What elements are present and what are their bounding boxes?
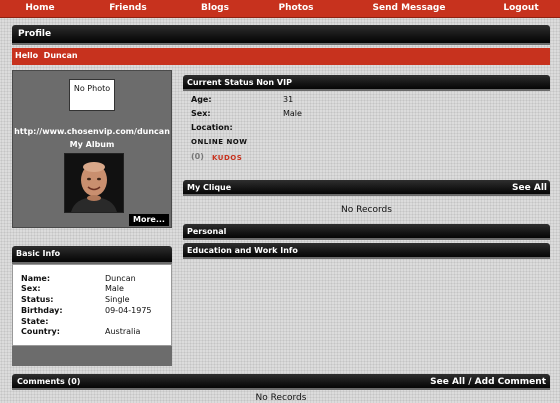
kudos-link[interactable]: KUDOS [212,154,242,162]
comments-see-all-link[interactable]: See All [430,377,465,387]
status-label-age: Age: [191,95,212,104]
page-title: Profile [12,25,550,45]
my-album-label[interactable]: My Album [13,140,171,149]
basic-info-footer [12,346,172,366]
comments-actions: See All / Add Comment [430,377,546,387]
nav-blogs-link[interactable]: Blogs [201,3,229,13]
profile-card: No Photo http://www.chosenvip.com/duncan… [12,70,172,228]
status-label-sex: Sex: [191,109,211,118]
status-value-sex: Male [283,109,302,118]
album-photo-thumbnail[interactable] [64,153,124,213]
add-comment-link[interactable]: Add Comment [475,377,546,387]
profile-url[interactable]: http://www.chosenvip.com/duncan [13,127,171,136]
basic-info-label-birthday: Birthday: [21,306,63,315]
current-status-header: Current Status Non VIP [183,75,550,91]
kudos-count: (0) [191,152,204,161]
more-button[interactable]: More... [129,214,169,226]
status-label-location: Location: [191,123,233,132]
basic-info-value-name: Duncan [105,274,136,283]
my-clique-title: My Clique [187,183,232,192]
basic-info-header: Basic Info [12,246,172,264]
nav-logout-link[interactable]: Logout [503,3,538,13]
clique-see-all-link[interactable]: See All [512,183,547,193]
basic-info-label-country: Country: [21,327,60,336]
basic-info-value-sex: Male [105,284,124,293]
comments-header: Comments (0) See All / Add Comment [12,374,550,390]
nav-home-link[interactable]: Home [25,3,54,13]
basic-info-label-status: Status: [21,295,54,304]
basic-info-label-name: Name: [21,274,51,283]
comments-title: Comments (0) [17,377,81,386]
no-photo-placeholder[interactable]: No Photo [69,79,115,111]
basic-info-value-country: Australia [105,327,141,336]
greeting-bar: Hello Duncan [12,48,550,65]
nav-friends-link[interactable]: Friends [109,3,146,13]
my-clique-header: My Clique See All [183,180,550,196]
comments-empty-message: No Records [255,393,307,403]
online-status: ONLINE NOW [191,138,248,146]
basic-info-value-status: Single [105,295,130,304]
nav-photos-link[interactable]: Photos [278,3,313,13]
basic-info-value-birthday: 09-04-1975 [105,306,152,315]
personal-header: Personal [183,224,550,240]
education-work-header: Education and Work Info [183,243,550,259]
clique-empty-message: No Records [341,205,392,215]
nav-send-message-link[interactable]: Send Message [373,3,446,13]
top-nav: Home Friends Blogs Photos Send Message L… [0,0,560,18]
basic-info-label-state: State: [21,317,49,326]
basic-info-panel: Name: Duncan Sex: Male Status: Single Bi… [12,264,172,346]
comments-separator: / [465,377,475,387]
basic-info-label-sex: Sex: [21,284,41,293]
status-value-age: 31 [283,95,294,104]
person-photo-icon [65,154,123,212]
